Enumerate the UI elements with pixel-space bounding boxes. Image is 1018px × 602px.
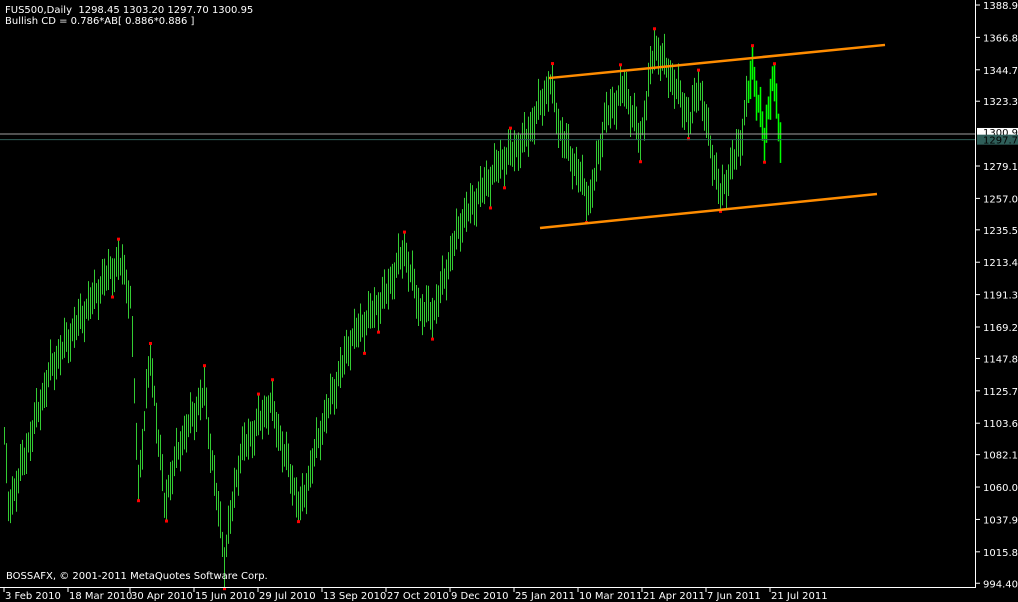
x-tick-label: 30 Apr 2010 (131, 591, 193, 602)
x-tick-label: 9 Dec 2010 (451, 591, 509, 602)
fractal-down-marker (639, 160, 642, 164)
x-tick-label: 29 Jul 2010 (259, 591, 316, 602)
x-tick-label: 7 Jun 2011 (707, 591, 761, 602)
fractal-up-marker (203, 364, 206, 368)
x-tick-label: 13 Sep 2010 (323, 591, 386, 602)
fractal-up-marker (619, 63, 622, 67)
ohlc-bars (4, 29, 782, 589)
fractal-up-marker (773, 62, 776, 66)
y-tick-label: 1388.95 (983, 1, 1018, 12)
channel-upper-line (548, 43, 886, 80)
y-tick-label: 1169.25 (983, 323, 1018, 334)
fractal-down-marker (377, 330, 380, 334)
y-tick-label: 1191.35 (983, 291, 1018, 302)
y-tick-label: 1037.95 (983, 515, 1018, 526)
y-tick-label: 1103.60 (983, 419, 1018, 430)
y-tick-label: 994.40 (983, 579, 1018, 590)
y-tick-label: 1213.45 (983, 258, 1018, 269)
fractal-down-marker (297, 520, 300, 524)
fractal-up-marker (551, 62, 554, 66)
x-tick-label: 15 Jun 2010 (195, 591, 255, 602)
y-tick-label: 1147.80 (983, 354, 1018, 365)
fractal-up-marker (697, 68, 700, 72)
y-tick-label: 1060.05 (983, 483, 1018, 494)
x-tick-label: 18 Mar 2010 (69, 591, 132, 602)
fractal-down-marker (503, 186, 506, 190)
y-tick-label: 1323.30 (983, 97, 1018, 108)
fractal-down-marker (489, 206, 492, 210)
y-tick-label: 1366.85 (983, 33, 1018, 44)
fractal-up-marker (403, 230, 406, 234)
fractal-up-marker (149, 341, 152, 345)
copyright-text: BOSSAFX, © 2001-2011 MetaQuotes Software… (6, 571, 268, 582)
x-tick-label: 21 Jul 2011 (771, 591, 828, 602)
fractal-down-marker (111, 295, 114, 299)
fractal-down-marker (137, 499, 140, 503)
fractal-up-marker (509, 126, 512, 130)
y-tick-label: 1344.75 (983, 66, 1018, 77)
y-tick-label: 1279.10 (983, 162, 1018, 173)
y-tick-label: 1125.70 (983, 387, 1018, 398)
fractal-down-marker (363, 351, 366, 355)
channel-lines (0, 43, 976, 230)
pattern-info: Bullish CD = 0.786*AB[ 0.886*0.886 ] (5, 16, 195, 27)
price-chart[interactable]: 1388.95 1366.85 1344.75 1323.30 1279.10 1257.… (0, 0, 1018, 602)
fractal-down-marker (165, 519, 168, 523)
fractal-markers (111, 27, 776, 591)
fractal-down-marker (431, 337, 434, 341)
fractal-up-marker (117, 237, 120, 241)
fractal-up-marker (653, 27, 656, 31)
y-tick-label: 1015.85 (983, 548, 1018, 559)
y-tick-label: 1082.15 (983, 451, 1018, 462)
x-tick-label: 25 Jan 2011 (515, 591, 575, 602)
x-tick-label: 10 Mar 2011 (579, 591, 642, 602)
fractal-up-marker (257, 392, 260, 396)
ask-price-label: 1297.74 (983, 136, 1018, 147)
x-tick-label: 27 Oct 2010 (387, 591, 449, 602)
x-tick-label: 3 Feb 2010 (5, 591, 61, 602)
current-price-labels: 1300.951297.74 (977, 128, 1018, 147)
fractal-down-marker (763, 160, 766, 164)
y-tick-label: 1257.00 (983, 194, 1018, 205)
symbol-info: FUS500,Daily 1298.45 1303.20 1297.70 130… (5, 5, 254, 16)
x-tick-label: 21 Apr 2011 (643, 591, 705, 602)
y-tick-label: 1235.55 (983, 226, 1018, 237)
fractal-up-marker (271, 378, 274, 382)
fractal-up-marker (751, 44, 754, 48)
time-axis: 3 Feb 2010 18 Mar 201030 Apr 2010 15 Jun 2… (3, 588, 828, 602)
price-axis: 1388.95 1366.85 1344.75 1323.30 1279.10 1257.… (976, 1, 1018, 590)
